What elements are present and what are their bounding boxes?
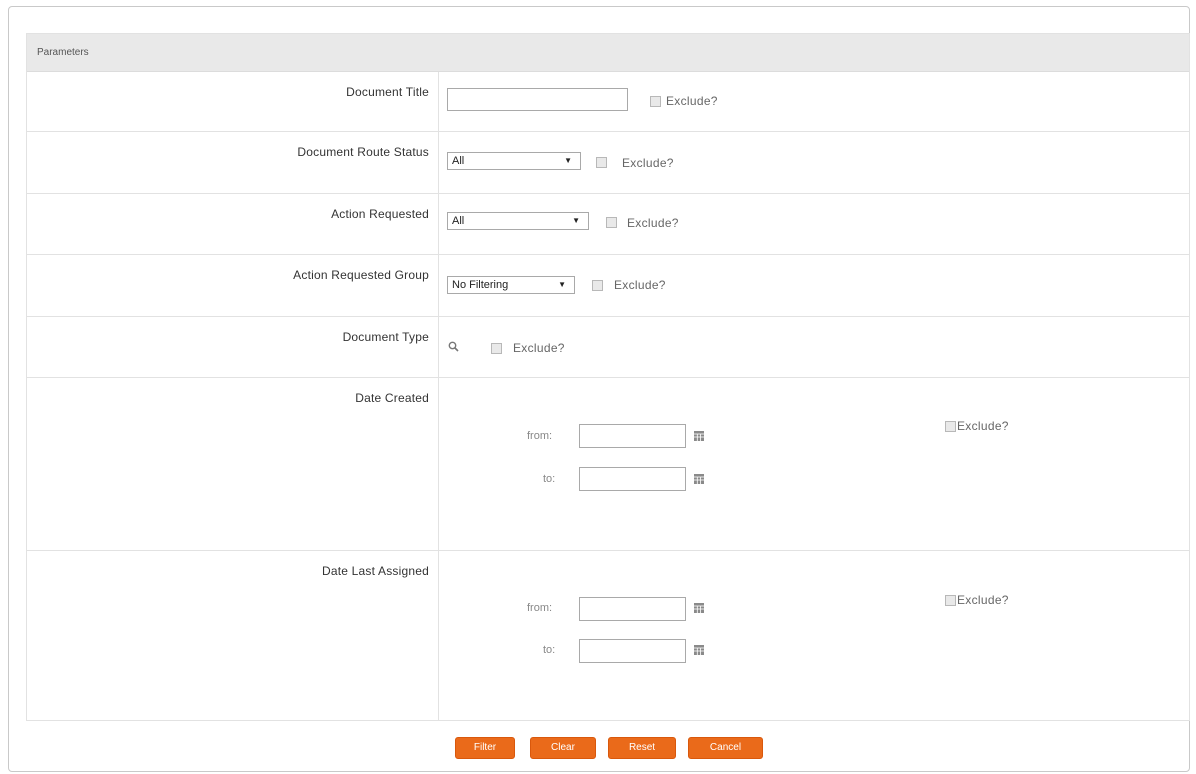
date-last-assigned-exclude-label: Exclude?	[957, 593, 1009, 607]
date-last-assigned-label: Date Last Assigned	[27, 551, 439, 720]
document-route-status-label: Document Route Status	[27, 132, 439, 193]
date-created-exclude-checkbox[interactable]	[945, 421, 956, 432]
document-route-status-select[interactable]: All ▼	[447, 152, 581, 170]
action-requested-exclude-checkbox[interactable]	[606, 217, 617, 228]
clear-button[interactable]: Clear	[530, 737, 596, 759]
row-document-type: Document Type Exclude?	[27, 317, 1189, 378]
date-last-assigned-from-input[interactable]	[579, 597, 686, 621]
row-document-title: Document Title Exclude?	[27, 72, 1189, 132]
date-last-assigned-to-label: to:	[543, 644, 556, 656]
parameters-panel: Parameters Document Title Exclude? Docum…	[26, 33, 1190, 721]
action-requested-group-exclude-checkbox[interactable]	[592, 280, 603, 291]
document-type-label: Document Type	[27, 317, 439, 377]
date-created-to-label: to:	[543, 473, 556, 485]
row-action-requested: Action Requested All ▼ Exclude?	[27, 194, 1189, 255]
action-requested-group-label: Action Requested Group	[27, 255, 439, 316]
document-title-exclude-label: Exclude?	[666, 94, 718, 108]
document-route-status-exclude-label: Exclude?	[622, 156, 674, 170]
calendar-icon[interactable]	[694, 603, 704, 613]
date-last-assigned-exclude-checkbox[interactable]	[945, 595, 956, 606]
date-last-assigned-from-label: from:	[527, 602, 553, 614]
chevron-down-icon: ▼	[564, 156, 572, 165]
search-icon[interactable]	[448, 341, 459, 355]
row-date-last-assigned: Date Last Assigned from: to: Exclude?	[27, 551, 1189, 720]
date-created-to-input[interactable]	[579, 467, 686, 491]
document-type-exclude-checkbox[interactable]	[491, 343, 502, 354]
date-created-from-label: from:	[527, 430, 553, 442]
document-title-label: Document Title	[27, 72, 439, 131]
calendar-icon[interactable]	[694, 645, 704, 655]
action-requested-group-value: No Filtering	[452, 279, 509, 291]
action-requested-group-select[interactable]: No Filtering ▼	[447, 276, 575, 294]
document-route-status-value: All	[452, 155, 465, 167]
document-title-exclude-checkbox[interactable]	[650, 96, 661, 107]
date-created-exclude-label: Exclude?	[957, 419, 1009, 433]
calendar-icon[interactable]	[694, 474, 704, 484]
action-requested-group-exclude-label: Exclude?	[614, 278, 666, 292]
document-title-input[interactable]	[447, 88, 628, 111]
action-requested-select[interactable]: All ▼	[447, 212, 589, 230]
calendar-icon[interactable]	[694, 431, 704, 441]
action-requested-label: Action Requested	[27, 194, 439, 254]
panel-title: Parameters	[27, 34, 1189, 72]
date-last-assigned-to-input[interactable]	[579, 639, 686, 663]
chevron-down-icon: ▼	[558, 280, 566, 289]
document-route-status-exclude-checkbox[interactable]	[596, 157, 607, 168]
reset-button[interactable]: Reset	[608, 737, 676, 759]
row-date-created: Date Created from: to: Exclude?	[27, 378, 1189, 551]
document-type-exclude-label: Exclude?	[513, 341, 565, 355]
date-created-from-input[interactable]	[579, 424, 686, 448]
cancel-button[interactable]: Cancel	[688, 737, 763, 759]
row-action-requested-group: Action Requested Group No Filtering ▼ Ex…	[27, 255, 1189, 317]
action-requested-exclude-label: Exclude?	[627, 216, 679, 230]
filter-button[interactable]: Filter	[455, 737, 515, 759]
date-created-label: Date Created	[27, 378, 439, 550]
chevron-down-icon: ▼	[572, 216, 580, 225]
action-requested-value: All	[452, 215, 465, 227]
row-document-route-status: Document Route Status All ▼ Exclude?	[27, 132, 1189, 194]
